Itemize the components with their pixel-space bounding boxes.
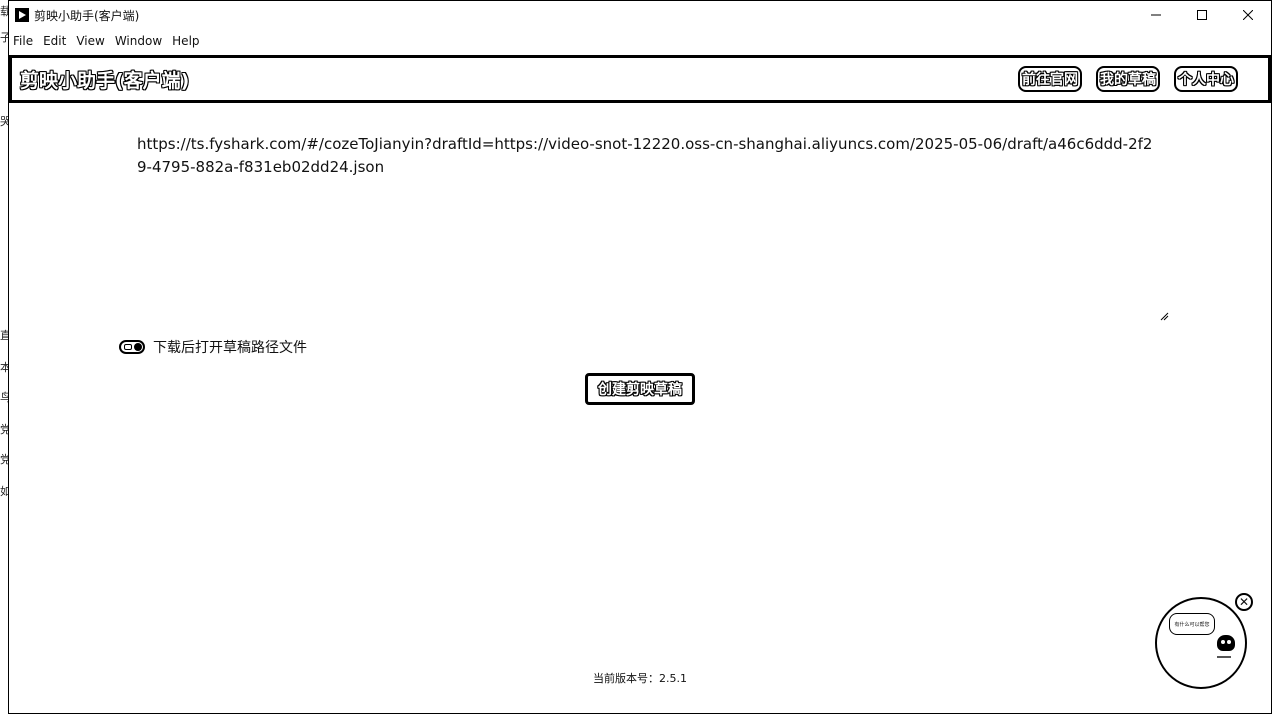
draft-url-text: https://ts.fyshark.com/#/cozeToJianyin?d… [137, 135, 1153, 176]
open-path-toggle-row[interactable]: 下载后打开草稿路径文件 [119, 337, 307, 357]
assistant-speech-bubble: 有什么可以帮您 [1169, 613, 1215, 635]
robot-icon [1217, 635, 1235, 651]
close-button[interactable] [1225, 1, 1271, 29]
menu-bar: File Edit View Window Help [9, 30, 206, 52]
minimize-icon [1151, 14, 1161, 16]
robot-base [1217, 656, 1231, 658]
nav-my-drafts[interactable]: 我的草稿 [1096, 66, 1160, 92]
brand-title: 剪映小助手(客户端) [20, 69, 190, 92]
menu-file[interactable]: File [9, 34, 37, 48]
maximize-button[interactable] [1179, 1, 1225, 29]
menu-edit[interactable]: Edit [39, 34, 70, 48]
open-path-toggle-label: 下载后打开草稿路径文件 [153, 340, 307, 356]
version-text: 当前版本号：2.5.1 [593, 672, 687, 685]
minimize-button[interactable] [1133, 1, 1179, 29]
header-nav: 前往官网 我的草稿 个人中心 [1018, 58, 1238, 100]
close-circle-icon[interactable]: ✕ [1235, 593, 1253, 611]
maximize-icon [1197, 10, 1207, 20]
toggle-knob [134, 343, 142, 351]
resize-grip-icon[interactable] [1159, 311, 1169, 321]
app-play-icon [15, 8, 29, 22]
close-icon [1243, 10, 1253, 20]
nav-user-center[interactable]: 个人中心 [1174, 66, 1238, 92]
menu-view[interactable]: View [72, 34, 108, 48]
create-draft-button-label: 创建剪映草稿 [598, 382, 682, 398]
app-window: 剪映小助手(客户端) File Edit View Window Help 剪映… [8, 0, 1272, 714]
menu-help[interactable]: Help [168, 34, 203, 48]
window-controls [1133, 1, 1271, 29]
assistant-bubble-text: 有什么可以帮您 [1174, 621, 1210, 628]
window-title: 剪映小助手(客户端) [34, 8, 140, 23]
title-bar[interactable]: 剪映小助手(客户端) [9, 1, 1271, 29]
app-header: 剪映小助手(客户端) 前往官网 我的草稿 个人中心 [9, 55, 1271, 103]
menu-window[interactable]: Window [111, 34, 166, 48]
nav-official-site[interactable]: 前往官网 [1018, 66, 1082, 92]
assistant-widget[interactable]: 有什么可以帮您 [1155, 597, 1247, 689]
background-window-edge: 载 子 哭 直 本 鸟 党 党 如 [0, 0, 8, 720]
create-draft-button[interactable]: 创建剪映草稿 [585, 373, 695, 405]
draft-url-textarea[interactable]: https://ts.fyshark.com/#/cozeToJianyin?d… [129, 125, 1169, 321]
toggle-track-mark [124, 344, 132, 350]
open-path-toggle[interactable] [119, 340, 145, 354]
